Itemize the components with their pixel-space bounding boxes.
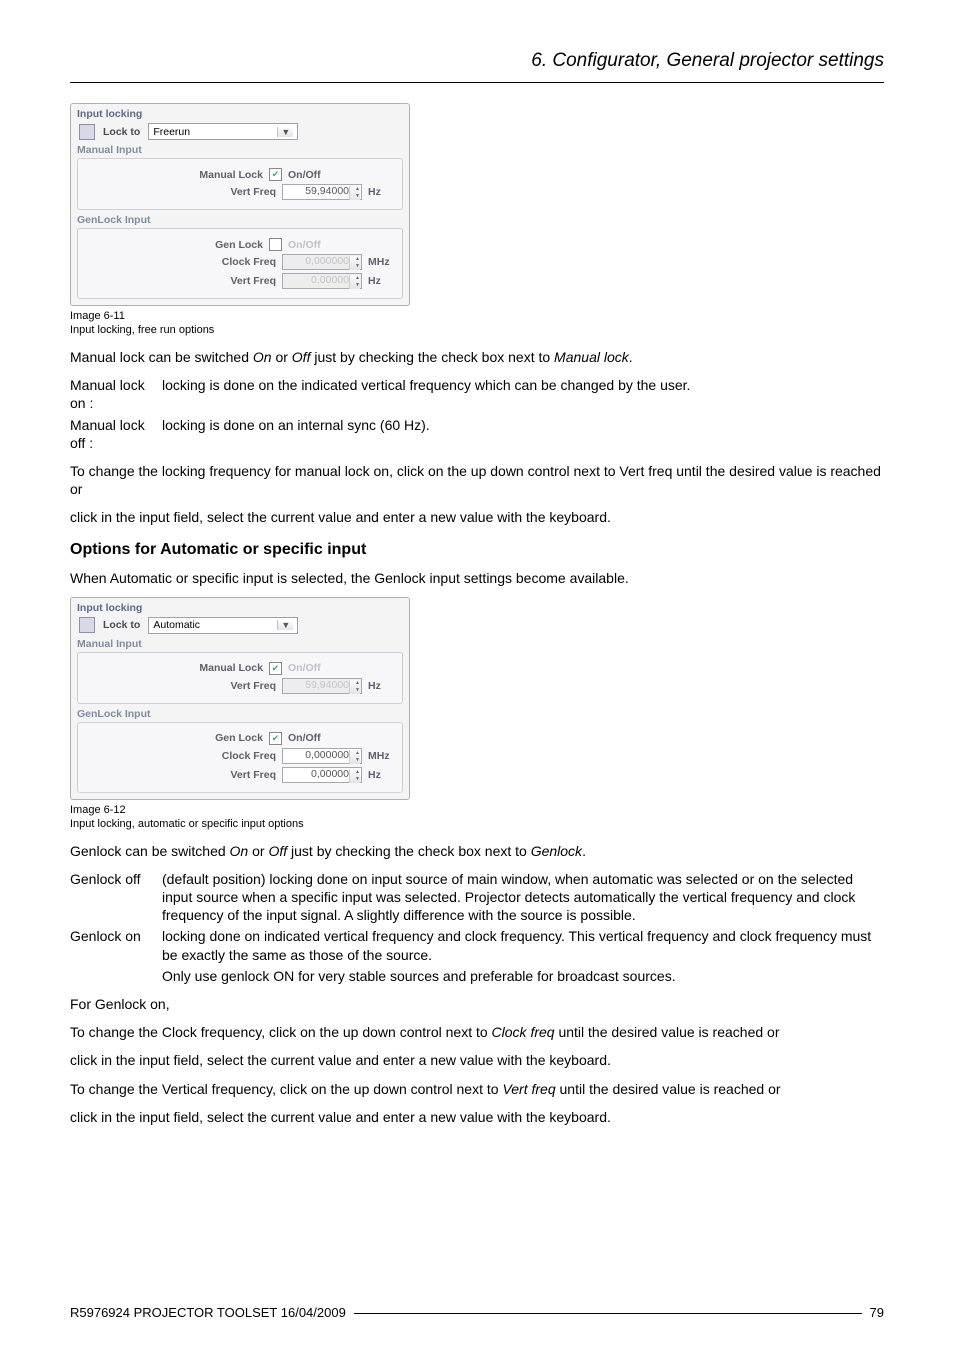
spinner-icon: ▲▼	[349, 275, 360, 289]
page-header-title: 6. Configurator, General projector setti…	[70, 50, 884, 72]
spinner-icon[interactable]: ▲▼	[349, 769, 360, 783]
section-heading: Options for Automatic or specific input	[70, 541, 884, 559]
dropdown-arrow-icon[interactable]: ▼	[277, 620, 293, 630]
def-term: Manual lock off :	[70, 416, 162, 452]
image-caption-text: Input locking, free run options	[70, 324, 884, 336]
body-text: Genlock can be switched On or Off just b…	[70, 842, 884, 860]
onoff-text: On/Off	[288, 662, 394, 674]
definition-row: Manual lock on : locking is done on the …	[70, 376, 884, 412]
input-locking-panel-automatic: Input locking Lock to Automatic ▼ Manual…	[70, 597, 410, 800]
def-term: Manual lock on :	[70, 376, 162, 412]
vert-freq-label: Vert Freq	[196, 680, 276, 692]
body-text: click in the input field, select the cur…	[70, 1108, 884, 1126]
gl-vert-freq-input[interactable]: 0,00000▲▼	[282, 767, 362, 783]
body-text: To change the Clock frequency, click on …	[70, 1023, 884, 1041]
body-text: Manual lock can be switched On or Off ju…	[70, 348, 884, 366]
image-caption-num: Image 6-12	[70, 804, 884, 816]
manual-lock-label: Manual Lock	[183, 662, 263, 674]
unit-hz: Hz	[368, 769, 394, 781]
lockto-select[interactable]: Freerun ▼	[148, 123, 298, 140]
def-desc: (default position) locking done on input…	[162, 870, 884, 925]
spinner-icon[interactable]: ▲▼	[349, 750, 360, 764]
body-text: To change the Vertical frequency, click …	[70, 1080, 884, 1098]
body-text: To change the locking frequency for manu…	[70, 462, 884, 498]
lock-icon	[79, 124, 95, 140]
spinner-icon: ▲▼	[349, 256, 360, 270]
body-text: click in the input field, select the cur…	[70, 508, 884, 526]
gl-vert-freq-label: Vert Freq	[196, 275, 276, 287]
lockto-label: Lock to	[103, 619, 140, 631]
onoff-text: On/Off	[288, 169, 394, 181]
definition-row: Only use genlock ON for very stable sour…	[70, 967, 884, 985]
manual-lock-checkbox[interactable]: ✔	[269, 168, 282, 181]
unit-hz: Hz	[368, 275, 394, 287]
manual-lock-label: Manual Lock	[183, 169, 263, 181]
footer-rule	[354, 1313, 862, 1314]
unit-mhz: MHz	[368, 750, 394, 762]
gl-vert-freq-input: 0,00000▲▼	[282, 273, 362, 289]
def-term: Genlock off	[70, 870, 162, 925]
lockto-label: Lock to	[103, 126, 140, 138]
lockto-select[interactable]: Automatic ▼	[148, 617, 298, 634]
definition-row: Genlock on locking done on indicated ver…	[70, 927, 884, 963]
body-text: click in the input field, select the cur…	[70, 1051, 884, 1069]
group-label: Input locking	[77, 108, 403, 120]
spinner-icon[interactable]: ▲▼	[349, 186, 360, 200]
page-footer: R5976924 PROJECTOR TOOLSET 16/04/2009 79	[70, 1305, 884, 1320]
clock-freq-input[interactable]: 0,000000▲▼	[282, 748, 362, 764]
lock-icon	[79, 617, 95, 633]
unit-hz: Hz	[368, 186, 394, 198]
clock-freq-label: Clock Freq	[196, 750, 276, 762]
image-caption-text: Input locking, automatic or specific inp…	[70, 818, 884, 830]
dropdown-arrow-icon[interactable]: ▼	[277, 127, 293, 137]
unit-hz: Hz	[368, 680, 394, 692]
genlock-input-label: GenLock Input	[77, 708, 403, 720]
image-caption-num: Image 6-11	[70, 310, 884, 322]
def-desc: Only use genlock ON for very stable sour…	[162, 967, 676, 985]
gl-vert-freq-label: Vert Freq	[196, 769, 276, 781]
def-desc: locking done on indicated vertical frequ…	[162, 927, 884, 963]
onoff-text: On/Off	[288, 239, 394, 251]
manual-input-label: Manual Input	[77, 638, 403, 650]
definition-row: Genlock off (default position) locking d…	[70, 870, 884, 925]
lockto-select-value: Automatic	[153, 619, 200, 631]
gen-lock-checkbox[interactable]	[269, 238, 282, 251]
group-label: Input locking	[77, 602, 403, 614]
gen-lock-label: Gen Lock	[183, 239, 263, 251]
def-desc: locking is done on an internal sync (60 …	[162, 416, 430, 452]
vert-freq-label: Vert Freq	[196, 186, 276, 198]
genlock-input-label: GenLock Input	[77, 214, 403, 226]
footer-left: R5976924 PROJECTOR TOOLSET 16/04/2009	[70, 1305, 346, 1320]
body-text: For Genlock on,	[70, 995, 884, 1013]
body-text: When Automatic or specific input is sele…	[70, 569, 884, 587]
input-locking-panel-freerun: Input locking Lock to Freerun ▼ Manual I…	[70, 103, 410, 306]
gen-lock-label: Gen Lock	[183, 732, 263, 744]
vert-freq-input: 59,94000▲▼	[282, 678, 362, 694]
clock-freq-input: 0,000000▲▼	[282, 254, 362, 270]
vert-freq-input[interactable]: 59,94000▲▼	[282, 184, 362, 200]
lockto-select-value: Freerun	[153, 126, 190, 138]
gen-lock-checkbox[interactable]: ✔	[269, 732, 282, 745]
clock-freq-label: Clock Freq	[196, 256, 276, 268]
onoff-text: On/Off	[288, 732, 394, 744]
def-desc: locking is done on the indicated vertica…	[162, 376, 690, 412]
def-term: Genlock on	[70, 927, 162, 963]
footer-page-number: 79	[870, 1305, 884, 1320]
unit-mhz: MHz	[368, 256, 394, 268]
definition-row: Manual lock off : locking is done on an …	[70, 416, 884, 452]
spinner-icon: ▲▼	[349, 680, 360, 694]
header-rule	[70, 82, 884, 83]
manual-input-label: Manual Input	[77, 144, 403, 156]
manual-lock-checkbox[interactable]: ✔	[269, 662, 282, 675]
